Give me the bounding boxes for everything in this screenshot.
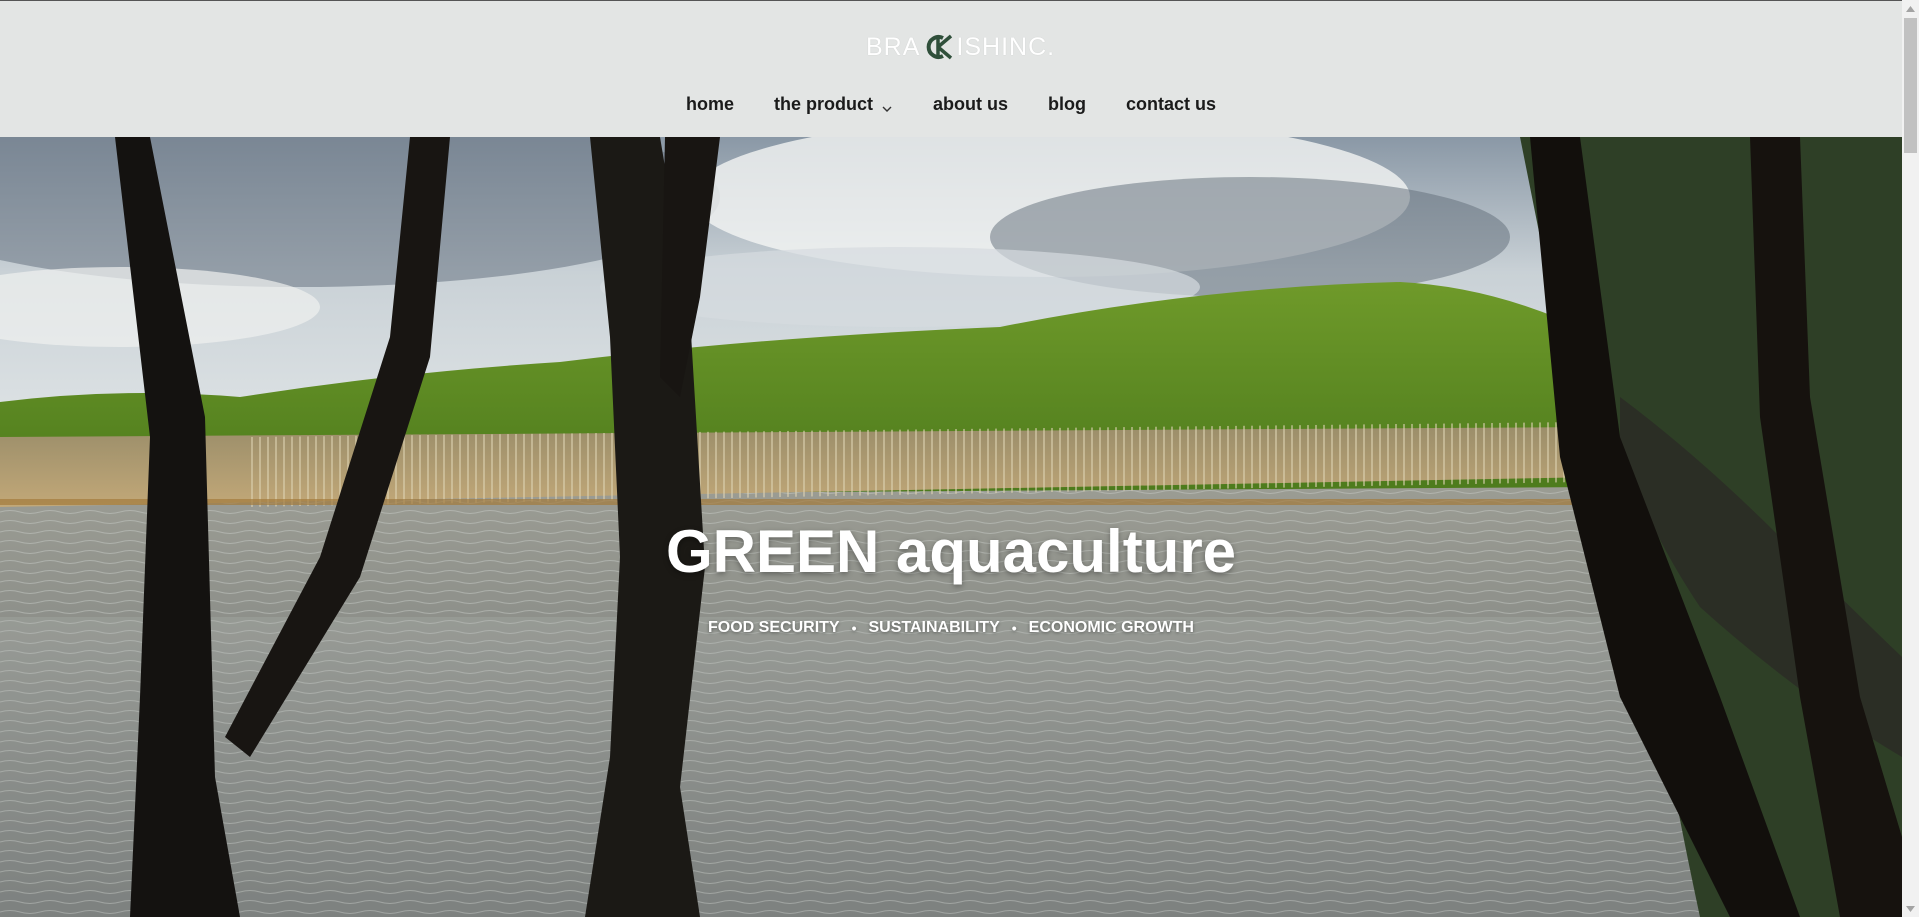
nav-item-contact-us[interactable]: contact us bbox=[1106, 90, 1236, 119]
chevron-down-icon bbox=[881, 99, 893, 112]
nav-item-label: home bbox=[685, 94, 734, 114]
brand-logo[interactable]: BRA ISHINC. bbox=[866, 32, 1055, 62]
logo-text-right: ISHINC. bbox=[956, 32, 1056, 61]
scrollbar-thumb[interactable] bbox=[1904, 18, 1917, 153]
nav-item-label: contact us bbox=[1125, 94, 1217, 114]
logo-text-left: BRA bbox=[866, 32, 921, 61]
nav-item-label: the product bbox=[773, 94, 873, 114]
hero-tag-food-security: FOOD SECURITY bbox=[708, 619, 840, 636]
nav-item-label: blog bbox=[1047, 94, 1086, 114]
main-nav: home the product about us blog contact u… bbox=[0, 90, 1902, 119]
nav-item-blog[interactable]: blog bbox=[1028, 90, 1106, 119]
logo-mark-icon bbox=[921, 32, 955, 62]
hero-banner: GREEN aquaculture FOOD SECURITY • SUSTAI… bbox=[0, 137, 1902, 917]
scroll-down-arrow-icon[interactable] bbox=[1902, 900, 1919, 917]
nav-item-the-product[interactable]: the product bbox=[754, 90, 913, 119]
page: BRA ISHINC. home the product about us bl… bbox=[0, 0, 1902, 917]
hero-title: GREEN aquaculture bbox=[665, 518, 1237, 585]
hero-tagline: FOOD SECURITY • SUSTAINABILITY • ECONOMI… bbox=[0, 619, 1902, 637]
hero-tag-economic-growth: ECONOMIC GROWTH bbox=[1028, 619, 1194, 636]
hero-tag-sustainability: SUSTAINABILITY bbox=[868, 619, 1000, 636]
nav-item-about-us[interactable]: about us bbox=[913, 90, 1028, 119]
nav-item-home[interactable]: home bbox=[666, 90, 754, 119]
tag-separator: • bbox=[1011, 620, 1017, 636]
vertical-scrollbar[interactable] bbox=[1902, 0, 1919, 917]
nav-item-label: about us bbox=[932, 94, 1008, 114]
tag-separator: • bbox=[851, 620, 857, 636]
site-header: BRA ISHINC. home the product about us bl… bbox=[0, 0, 1902, 137]
scroll-up-arrow-icon[interactable] bbox=[1902, 0, 1919, 17]
